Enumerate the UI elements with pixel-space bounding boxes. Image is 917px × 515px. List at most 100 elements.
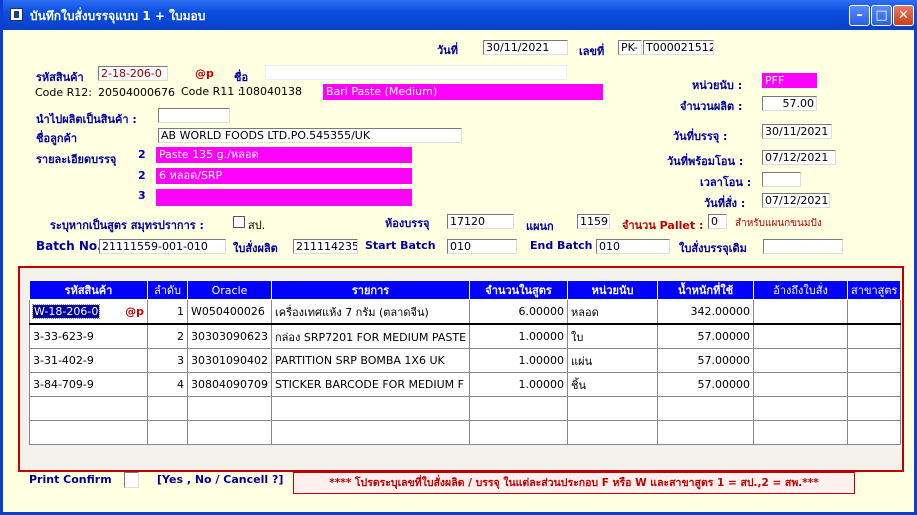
cell-item[interactable]: เครื่องเทศแห้ง 7 กรัม (ตลาดจีน) bbox=[270, 299, 471, 325]
cell-flag: @p bbox=[125, 305, 144, 318]
cell-seq[interactable]: 3 bbox=[147, 348, 188, 373]
col-header-item[interactable]: รายการ bbox=[270, 280, 471, 300]
pack-line-3-no: 3 bbox=[138, 189, 146, 202]
start-batch-field[interactable]: 010 bbox=[447, 239, 517, 254]
orig-order-label: ใบสั่งบรรจุเดิม bbox=[679, 242, 747, 255]
col-header-code[interactable]: รหัสสินค้า bbox=[29, 280, 148, 300]
dept-label: แผนก bbox=[526, 220, 554, 233]
col-header-oracle[interactable]: Oracle bbox=[187, 280, 272, 300]
col-header-ref[interactable]: อ้างถึงใบสั่ง bbox=[753, 280, 849, 300]
cell-branch[interactable] bbox=[847, 299, 902, 325]
pallet-field[interactable]: 0 bbox=[708, 214, 727, 229]
doc-prefix-field[interactable]: PK- bbox=[618, 40, 642, 55]
pack-date-field[interactable]: 30/11/2021 bbox=[762, 124, 832, 139]
cell-ref[interactable] bbox=[753, 323, 849, 349]
pack-line-2-field[interactable]: 6 หลอด/SRP bbox=[156, 168, 412, 184]
cell-weight[interactable]: 57.00000 bbox=[657, 372, 755, 397]
cell-code[interactable]: 3-31-402-9 bbox=[29, 348, 148, 373]
cell-code[interactable]: W-18-206-0 @p bbox=[29, 299, 148, 325]
minimize-button[interactable]: – bbox=[849, 5, 870, 26]
col-header-qty[interactable]: จำนวนในสูตร bbox=[469, 280, 569, 300]
form-area: วันที่ 30/11/2021 เลขที่ PK- T000021512 … bbox=[3, 30, 914, 515]
ready-date-field[interactable]: 07/12/2021 bbox=[762, 150, 836, 165]
cell-code-text[interactable]: W-18-206-0 bbox=[31, 304, 101, 319]
cell-oracle[interactable]: 30804090709 bbox=[187, 372, 272, 397]
cell-seq[interactable]: 2 bbox=[147, 323, 188, 349]
customer-label: ชื่อลูกค้า bbox=[36, 132, 78, 145]
pack-line-1-field[interactable]: Paste 135 g./หลอด bbox=[156, 147, 412, 163]
cell-unit[interactable]: ใบ bbox=[567, 323, 659, 349]
cell-code[interactable]: 3-84-709-9 bbox=[29, 372, 148, 397]
cell-code[interactable]: 3-33-623-9 bbox=[29, 323, 148, 349]
col-header-seq[interactable]: ลำดับ bbox=[147, 280, 188, 300]
date-field[interactable]: 30/11/2021 bbox=[483, 40, 568, 55]
cell-unit[interactable]: แผ่น bbox=[567, 348, 659, 373]
cell-branch[interactable] bbox=[847, 372, 902, 397]
cell-ref[interactable] bbox=[753, 348, 849, 373]
unit-field[interactable]: PFF bbox=[762, 73, 817, 88]
cell-qty[interactable]: 1.00000 bbox=[469, 323, 569, 349]
col-header-branch[interactable]: สาขาสูตร bbox=[847, 280, 902, 300]
print-confirm-label: Print Confirm bbox=[29, 473, 112, 486]
print-confirm-hint: [Yes , No / Cancell ?] bbox=[157, 473, 284, 486]
table-row-empty[interactable] bbox=[29, 420, 902, 445]
cell-branch[interactable] bbox=[847, 323, 902, 349]
print-confirm-field[interactable] bbox=[124, 472, 139, 488]
orig-order-field[interactable] bbox=[763, 239, 843, 254]
maximize-button[interactable]: □ bbox=[871, 5, 892, 26]
product-name-field[interactable] bbox=[265, 65, 567, 80]
ready-date-label: วันที่พร้อมโอน : bbox=[667, 155, 744, 168]
cell-qty[interactable]: 6.00000 bbox=[469, 299, 569, 325]
code-r11-label: Code R11 : bbox=[181, 85, 242, 98]
cell-oracle[interactable]: 30303090623 bbox=[187, 323, 272, 349]
cell-seq[interactable]: 1 bbox=[147, 299, 188, 325]
cell-item[interactable]: PARTITION SRP BOMBA 1X6 UK bbox=[270, 348, 471, 373]
col-header-weight[interactable]: น้ำหนักที่ใช้ bbox=[657, 280, 755, 300]
title-bar: บันทึกใบสั่งบรรจุแบบ 1 + ใบมอบ – □ ✕ bbox=[3, 0, 917, 30]
end-batch-field[interactable]: 010 bbox=[596, 239, 670, 254]
dept-field[interactable]: 1159 bbox=[577, 214, 610, 229]
cell-unit[interactable]: หลอด bbox=[567, 299, 659, 325]
table-row-empty[interactable] bbox=[29, 396, 902, 421]
table-row[interactable]: 3-31-402-9 3 30301090402 PARTITION SRP B… bbox=[29, 348, 902, 373]
cell-seq[interactable]: 4 bbox=[147, 372, 188, 397]
close-button[interactable]: ✕ bbox=[893, 5, 914, 26]
instruction-message: **** โปรดระบุเลขที่ใบสั่งผลิต / บรรจุ ใน… bbox=[293, 472, 855, 494]
customer-field[interactable]: AB WORLD FOODS LTD.PO.545355/UK bbox=[158, 128, 462, 143]
unit-label: หน่วยนับ : bbox=[692, 79, 743, 92]
cell-ref[interactable] bbox=[753, 299, 849, 325]
cell-unit[interactable]: ชิ้น bbox=[567, 372, 659, 397]
product-code-field[interactable]: 2-18-206-0 bbox=[98, 66, 168, 81]
cell-weight[interactable]: 342.00000 bbox=[657, 299, 755, 325]
cell-weight[interactable]: 57.00000 bbox=[657, 348, 755, 373]
cell-branch[interactable] bbox=[847, 348, 902, 373]
batch-label: Batch No. bbox=[36, 239, 102, 253]
product-description-field[interactable]: Bari Paste (Medium) bbox=[323, 84, 603, 100]
cell-qty[interactable]: 1.00000 bbox=[469, 348, 569, 373]
table-row[interactable]: 3-33-623-9 2 30303090623 กล่อง SRP7201 F… bbox=[29, 323, 902, 349]
room-field[interactable]: 17120 bbox=[447, 214, 514, 229]
pack-line-3-field[interactable] bbox=[156, 189, 412, 206]
order-date-field[interactable]: 07/12/2021 bbox=[762, 193, 830, 208]
cell-qty[interactable]: 1.00000 bbox=[469, 372, 569, 397]
produce-product-field[interactable] bbox=[158, 108, 230, 123]
qty-field[interactable]: 57.00 bbox=[762, 96, 817, 111]
table-row[interactable]: W-18-206-0 @p 1 W050400026 เครื่องเทศแห้ง… bbox=[29, 299, 902, 325]
transfer-time-field[interactable] bbox=[762, 172, 801, 187]
formula-checkbox[interactable] bbox=[233, 216, 245, 228]
cell-item[interactable]: กล่อง SRP7201 FOR MEDIUM PASTE bbox=[270, 323, 471, 349]
cell-oracle[interactable]: 30301090402 bbox=[187, 348, 272, 373]
pack-line-1-no: 2 bbox=[138, 148, 146, 161]
cell-item[interactable]: STICKER BARCODE FOR MEDIUM F bbox=[270, 372, 471, 397]
doc-no-field[interactable]: T000021512 bbox=[643, 40, 714, 55]
table-row[interactable]: 3-84-709-9 4 30804090709 STICKER BARCODE… bbox=[29, 372, 902, 397]
batch-field[interactable]: 21111559-001-010 bbox=[99, 239, 226, 254]
code-r12-value: 20504000676 bbox=[98, 86, 175, 99]
cell-ref[interactable] bbox=[753, 372, 849, 397]
cell-oracle[interactable]: W050400026 bbox=[187, 299, 272, 325]
col-header-unit[interactable]: หน่วยนับ bbox=[567, 280, 659, 300]
end-batch-label: End Batch bbox=[530, 239, 593, 252]
date-label: วันที่ bbox=[437, 44, 458, 57]
cell-weight[interactable]: 57.00000 bbox=[657, 323, 755, 349]
order-field[interactable]: 211114235 bbox=[293, 239, 358, 254]
